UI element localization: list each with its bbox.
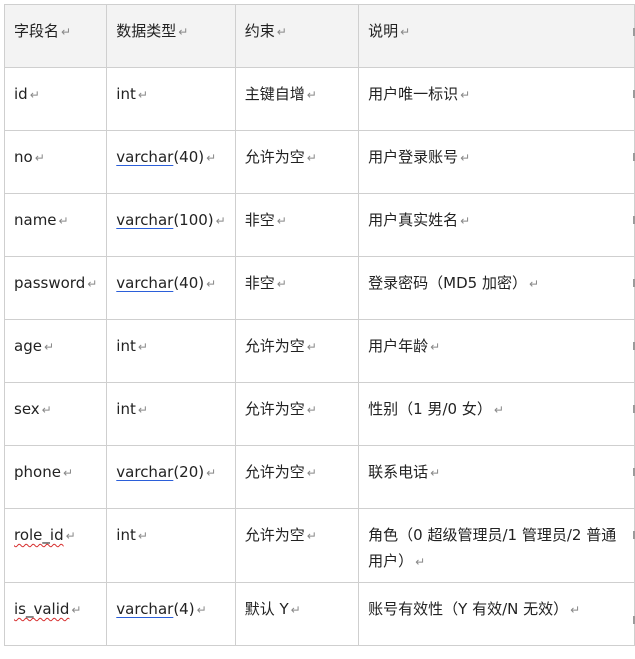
description-cell[interactable]: 账号有效性（Y 有效/N 无效） ↵: [358, 582, 635, 646]
table-row: age ↵ int ↵ 允许为空 ↵ 用户年龄 ↵: [3, 319, 635, 383]
paragraph-mark-icon: ↵: [306, 466, 317, 480]
table-row: phone ↵ varchar(20) ↵ 允许为空 ↵ 联系电话 ↵: [3, 445, 635, 509]
table-row: id ↵ int ↵ 主键自增 ↵ 用户唯一标识 ↵: [3, 67, 635, 131]
data-type-cell[interactable]: varchar(100) ↵: [106, 193, 236, 257]
paragraph-mark-icon: ↵: [87, 277, 98, 291]
header-cell-description[interactable]: 说明 ↵: [358, 4, 635, 68]
paragraph-mark-icon: ↵: [206, 466, 217, 480]
field-name-cell[interactable]: role_id ↵: [3, 508, 108, 583]
paragraph-mark-icon: ↵: [430, 340, 441, 354]
paragraph-mark-icon: ↵: [306, 88, 317, 102]
paragraph-mark-icon: ↵: [29, 88, 40, 102]
type-name-link[interactable]: varchar: [116, 148, 173, 166]
paragraph-mark-icon: ↵: [306, 340, 317, 354]
description-cell[interactable]: 用户登录账号 ↵: [358, 130, 635, 194]
data-type-cell[interactable]: varchar(40) ↵: [106, 256, 236, 320]
table-row: role_id ↵ int ↵ 允许为空 ↵ 角色（0 超级管理员/1 管理员/2 普…: [3, 508, 635, 583]
paragraph-mark-icon: ↵: [400, 25, 411, 39]
paragraph-mark-icon: ↵: [137, 340, 148, 354]
table-row: sex ↵ int ↵ 允许为空 ↵ 性别（1 男/0 女） ↵: [3, 382, 635, 446]
constraint-cell[interactable]: 默认 Y ↵: [234, 582, 360, 646]
type-name-link[interactable]: varchar: [116, 274, 173, 292]
field-name-cell[interactable]: id ↵: [3, 67, 108, 131]
type-name-link[interactable]: varchar: [116, 600, 173, 618]
paragraph-mark-icon: ↵: [528, 277, 540, 291]
paragraph-mark-icon: ↵: [206, 151, 217, 165]
type-name-link[interactable]: varchar: [116, 211, 173, 229]
paragraph-mark-icon: ↵: [460, 214, 471, 228]
field-definition-table: 字段名 ↵ 数据类型 ↵ 约束 ↵ 说明 ↵ id ↵ int ↵ 主键自增 ↵ 用户唯一标识…: [3, 4, 635, 646]
field-name-cell[interactable]: sex ↵: [3, 382, 108, 446]
table-row: name ↵ varchar(100) ↵ 非空 ↵ 用户真实姓名 ↵: [3, 193, 635, 257]
paragraph-mark-icon: ↵: [570, 603, 581, 617]
paragraph-mark-icon: ↵: [41, 403, 52, 417]
field-name-cell[interactable]: is_valid ↵: [3, 582, 108, 646]
field-name-cell[interactable]: phone ↵: [3, 445, 108, 509]
type-name-link[interactable]: varchar: [116, 463, 173, 481]
constraint-cell[interactable]: 允许为空 ↵: [234, 445, 360, 509]
paragraph-mark-icon: ↵: [276, 277, 287, 291]
paragraph-mark-icon: ↵: [58, 214, 69, 228]
data-type-cell[interactable]: int ↵: [106, 382, 236, 446]
paragraph-mark-icon: ↵: [290, 603, 301, 617]
description-cell[interactable]: 用户年龄 ↵: [358, 319, 635, 383]
paragraph-mark-icon: ↵: [71, 603, 82, 617]
field-name-cell[interactable]: name ↵: [3, 193, 108, 257]
paragraph-mark-icon: ↵: [61, 25, 72, 39]
constraint-cell[interactable]: 允许为空 ↵: [234, 508, 360, 583]
data-type-cell[interactable]: int ↵: [106, 67, 236, 131]
constraint-cell[interactable]: 主键自增 ↵: [234, 67, 360, 131]
data-type-cell[interactable]: varchar(4) ↵: [106, 582, 236, 646]
paragraph-mark-icon: ↵: [415, 555, 426, 569]
paragraph-mark-icon: ↵: [460, 88, 471, 102]
paragraph-mark-icon: ↵: [65, 529, 76, 543]
data-type-cell[interactable]: int ↵: [106, 319, 236, 383]
spellcheck-underline-text: is_valid: [14, 600, 70, 618]
paragraph-mark-icon: ↵: [43, 340, 55, 354]
description-cell[interactable]: 登录密码（MD5 加密） ↵: [358, 256, 635, 320]
table-row: no ↵ varchar(40) ↵ 允许为空 ↵ 用户登录账号 ↵: [3, 130, 635, 194]
paragraph-mark-icon: ↵: [306, 403, 317, 417]
paragraph-mark-icon: ↵: [306, 151, 317, 165]
paragraph-mark-icon: ↵: [276, 25, 287, 39]
header-cell-constraint[interactable]: 约束 ↵: [234, 4, 360, 68]
table-header-row: 字段名 ↵ 数据类型 ↵ 约束 ↵ 说明 ↵: [3, 4, 635, 68]
paragraph-mark-icon: ↵: [137, 88, 148, 102]
constraint-cell[interactable]: 允许为空 ↵: [234, 319, 360, 383]
table-row: is_valid ↵ varchar(4) ↵ 默认 Y ↵ 账号有效性（Y 有效/N…: [3, 582, 635, 646]
description-cell[interactable]: 性别（1 男/0 女） ↵: [358, 382, 635, 446]
paragraph-mark-icon: ↵: [178, 25, 189, 39]
paragraph-mark-icon: ↵: [137, 529, 148, 543]
data-type-cell[interactable]: int ↵: [106, 508, 236, 583]
paragraph-mark-icon: ↵: [430, 466, 441, 480]
paragraph-mark-icon: ↵: [493, 403, 504, 417]
header-cell-type[interactable]: 数据类型 ↵: [106, 4, 236, 68]
paragraph-mark-icon: ↵: [306, 529, 317, 543]
field-name-cell[interactable]: password ↵: [3, 256, 108, 320]
field-name-cell[interactable]: age ↵: [3, 319, 108, 383]
field-name-cell[interactable]: no ↵: [3, 130, 108, 194]
paragraph-mark-icon: ↵: [206, 277, 217, 291]
paragraph-mark-icon: ↵: [62, 466, 74, 480]
paragraph-mark-icon: ↵: [137, 403, 148, 417]
paragraph-mark-icon: ↵: [196, 603, 207, 617]
paragraph-mark-icon: ↵: [34, 151, 45, 165]
header-cell-field[interactable]: 字段名 ↵: [3, 4, 108, 68]
table-row: password ↵ varchar(40) ↵ 非空 ↵ 登录密码（MD5 加密） ↵: [3, 256, 635, 320]
paragraph-mark-icon: ↵: [215, 214, 226, 228]
constraint-cell[interactable]: 非空 ↵: [234, 193, 360, 257]
constraint-cell[interactable]: 允许为空 ↵: [234, 130, 360, 194]
data-type-cell[interactable]: varchar(20) ↵: [106, 445, 236, 509]
constraint-cell[interactable]: 允许为空 ↵: [234, 382, 360, 446]
constraint-cell[interactable]: 非空 ↵: [234, 256, 360, 320]
description-cell[interactable]: 角色（0 超级管理员/1 管理员/2 普通用户） ↵: [358, 508, 635, 583]
paragraph-mark-icon: ↵: [460, 151, 471, 165]
description-cell[interactable]: 联系电话 ↵: [358, 445, 635, 509]
spellcheck-underline-text: role_id: [14, 526, 64, 544]
data-type-cell[interactable]: varchar(40) ↵: [106, 130, 236, 194]
description-cell[interactable]: 用户唯一标识 ↵: [358, 67, 635, 131]
paragraph-mark-icon: ↵: [276, 214, 287, 228]
description-cell[interactable]: 用户真实姓名 ↵: [358, 193, 635, 257]
